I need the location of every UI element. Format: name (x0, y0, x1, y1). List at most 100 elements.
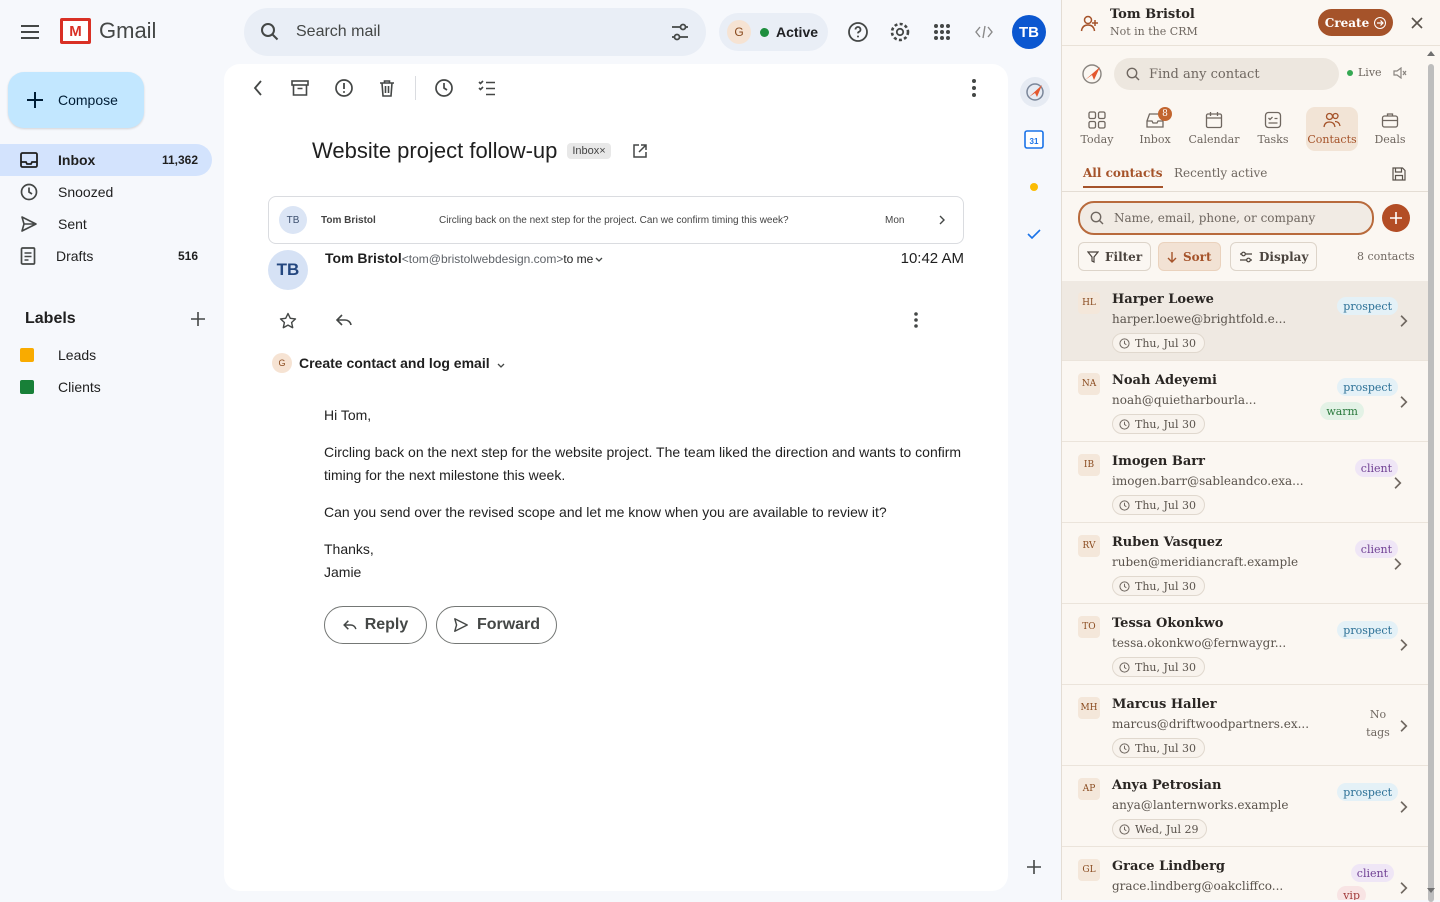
label-item-leads[interactable]: Leads (20, 347, 96, 363)
inbox-label-chip[interactable]: Inbox× (567, 143, 611, 159)
body-paragraph: Circling back on the next step for the w… (324, 444, 962, 483)
create-contact-action[interactable]: G Create contact and log email (272, 353, 505, 373)
contact-name: Anya Petrosian (1112, 778, 1222, 793)
filter-button[interactable]: Filter (1078, 242, 1152, 271)
chevron-right-icon (1394, 558, 1402, 570)
star-icon[interactable] (279, 312, 297, 330)
add-label-icon[interactable] (191, 310, 205, 328)
subtab-all-contacts[interactable]: All contacts (1083, 166, 1163, 188)
sort-button[interactable]: Sort (1158, 242, 1221, 271)
label-item-clients[interactable]: Clients (20, 379, 101, 395)
contact-row[interactable]: GL Grace Lindberg grace.lindberg@oakcliffc… (1062, 848, 1428, 900)
contact-tag: client (1350, 864, 1394, 882)
contact-email: noah@quietharbourla... (1112, 393, 1257, 407)
message-more-icon[interactable] (914, 312, 918, 328)
close-icon[interactable] (1407, 13, 1427, 33)
create-contact-button[interactable]: Create (1318, 9, 1393, 36)
account-avatar[interactable]: TB (1012, 15, 1046, 49)
sender-avatar[interactable]: TB (268, 250, 308, 290)
search-icon[interactable] (260, 22, 280, 42)
help-icon[interactable] (846, 20, 870, 44)
thread-snippet: Circling back on the next step for the p… (439, 214, 789, 226)
crm-logo-icon[interactable] (1080, 62, 1104, 86)
chevron-down-icon[interactable] (497, 363, 505, 369)
contact-filter-input[interactable]: Name, email, phone, or company (1078, 201, 1374, 235)
chevron-right-icon[interactable] (939, 215, 945, 225)
tasks-check-icon[interactable] (1020, 220, 1048, 248)
inbox-icon (20, 152, 38, 168)
details-dropdown-icon[interactable] (595, 257, 603, 263)
search-icon (1090, 211, 1104, 225)
nav-count: 516 (177, 249, 198, 263)
tab-calendar[interactable]: Calendar (1188, 107, 1240, 151)
status-chip[interactable]: G Active (719, 13, 828, 51)
clock-icon (1119, 418, 1130, 430)
contact-row[interactable]: MH Marcus Haller marcus@driftwoodpartners.… (1062, 686, 1428, 766)
forward-label: Forward (476, 616, 541, 633)
open-in-new-window-icon[interactable] (632, 144, 647, 158)
contact-row[interactable]: HL Harper Loewe harper.loewe@brightfold.e.… (1062, 281, 1428, 361)
delete-trash-icon[interactable] (377, 78, 397, 98)
search-options-icon[interactable] (670, 23, 690, 41)
contact-row[interactable]: RV Ruben Vasquez ruben@meridiancraft.examp… (1062, 524, 1428, 604)
add-contact-button[interactable] (1382, 204, 1410, 232)
search-input[interactable]: Search mail (296, 23, 670, 41)
contact-row[interactable]: AP Anya Petrosian anya@lanternworks.exampl… (1062, 767, 1428, 847)
scrollbar-thumb[interactable] (1428, 64, 1434, 902)
nav-item-snoozed[interactable]: Snoozed (0, 176, 212, 208)
tab-inbox[interactable]: 8 Inbox (1129, 107, 1181, 151)
crm-search-placeholder: Find any contact (1149, 66, 1260, 82)
contact-row[interactable]: IB Imogen Barr imogen.barr@sableandco.exa.… (1062, 443, 1428, 523)
last-activity-chip: Thu, Jul 30 (1112, 414, 1206, 434)
snooze-clock-icon[interactable] (434, 78, 454, 98)
subtab-recently-active[interactable]: Recently active (1174, 166, 1267, 180)
settings-gear-icon[interactable] (888, 20, 912, 44)
archive-icon[interactable] (290, 78, 310, 98)
email-subject: Website project follow-up (312, 138, 558, 163)
save-view-icon[interactable] (1392, 167, 1406, 181)
crm-contact-search[interactable]: Find any contact (1114, 58, 1339, 90)
display-button[interactable]: Display (1230, 242, 1318, 271)
main-menu-icon[interactable] (18, 20, 42, 44)
last-activity-date: Thu, Jul 30 (1135, 336, 1197, 350)
contact-row[interactable]: TO Tessa Okonkwo tessa.okonkwo@fernwaygr..… (1062, 605, 1428, 685)
back-arrow-icon[interactable] (248, 78, 268, 98)
more-options-icon[interactable] (964, 78, 984, 98)
calendar-icon[interactable]: 31 (1020, 125, 1048, 153)
speaker-mute-icon[interactable] (1393, 67, 1407, 79)
scroll-down-arrow-icon[interactable] (1427, 888, 1435, 894)
nav-item-sent[interactable]: Sent (0, 208, 212, 240)
sender-email: <tom@bristolwebdesign.com> (401, 252, 564, 266)
code-icon[interactable] (972, 20, 996, 44)
tab-contacts[interactable]: Contacts (1306, 107, 1358, 151)
apps-grid-icon[interactable] (930, 20, 954, 44)
contact-name: Ruben Vasquez (1112, 535, 1223, 550)
tab-today[interactable]: Today (1071, 107, 1123, 151)
contact-initials: RV (1078, 535, 1100, 557)
label-name: Leads (58, 347, 97, 363)
gmail-logo[interactable]: M Gmail (60, 18, 156, 44)
contact-row[interactable]: NA Noah Adeyemi noah@quietharbourla... Thu,… (1062, 362, 1428, 442)
reply-button[interactable]: Reply (324, 606, 427, 644)
nav-item-inbox[interactable]: Inbox 11,362 (0, 144, 212, 176)
report-spam-icon[interactable] (334, 78, 354, 98)
crm-scrollbar[interactable] (1425, 46, 1437, 902)
clock-icon (1119, 742, 1130, 754)
scroll-up-arrow-icon[interactable] (1427, 50, 1435, 56)
add-addon-icon[interactable] (1020, 853, 1048, 881)
sender-name[interactable]: Tom Bristol (325, 250, 402, 266)
forward-button[interactable]: Forward (436, 606, 557, 644)
tab-deals[interactable]: Deals (1364, 107, 1416, 151)
forward-send-icon (453, 617, 469, 633)
tab-tasks[interactable]: Tasks (1247, 107, 1299, 151)
keep-notes-icon[interactable] (1020, 173, 1048, 201)
crm-contact-status: Not in the CRM (1110, 25, 1198, 38)
search-bar[interactable]: Search mail (244, 8, 706, 56)
add-to-tasks-icon[interactable] (477, 78, 497, 98)
compose-button[interactable]: Compose (8, 72, 144, 128)
reply-icon[interactable] (336, 314, 352, 326)
crm-extension-icon[interactable] (1020, 77, 1050, 107)
thread-message-collapsed[interactable]: TB Tom Bristol Circling back on the next… (268, 196, 964, 244)
message-time: 10:42 AM (900, 250, 964, 267)
nav-item-drafts[interactable]: Drafts 516 (0, 240, 212, 272)
